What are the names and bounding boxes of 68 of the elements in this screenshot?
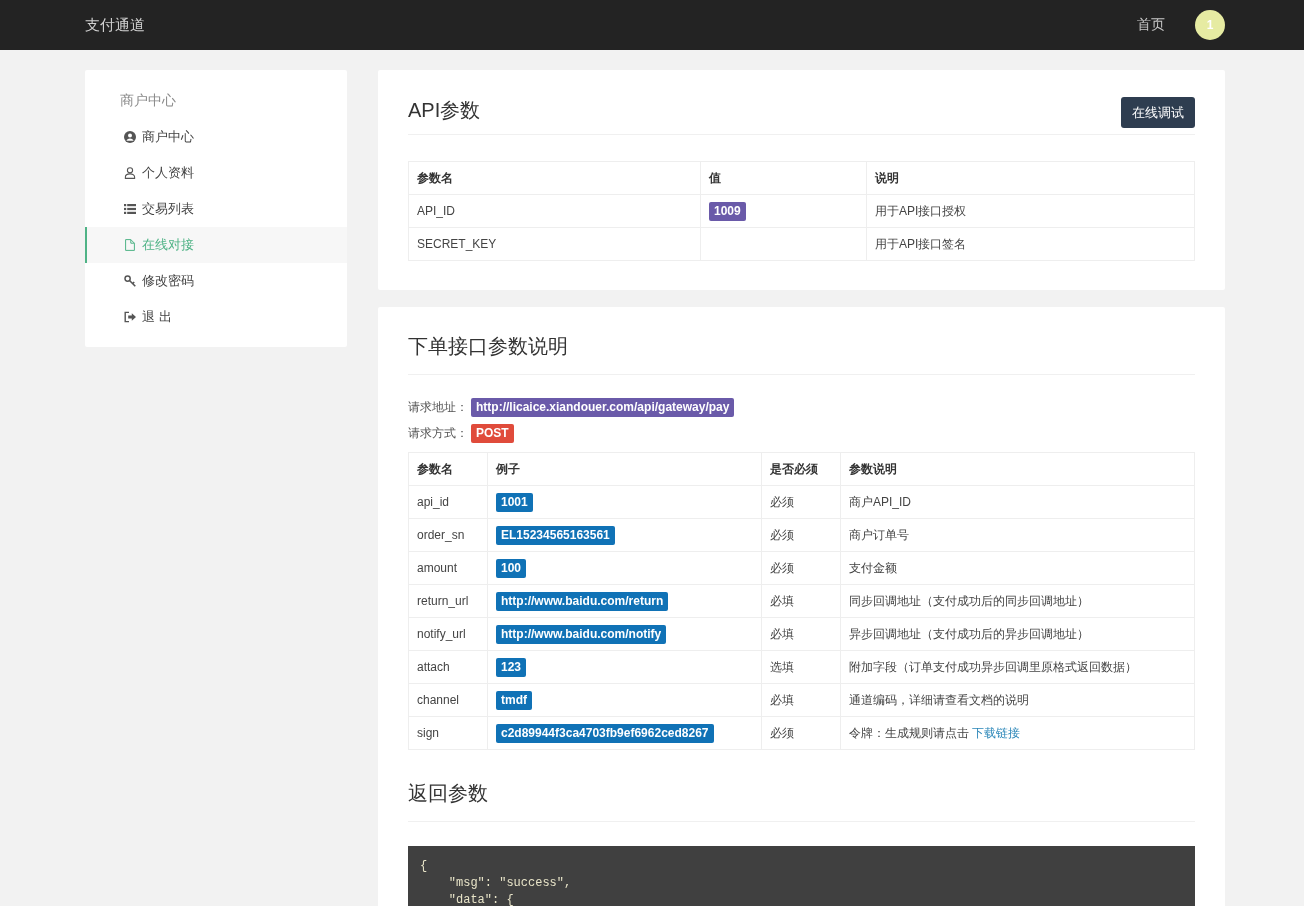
download-link[interactable]: 下载链接 [972,725,1021,740]
table-cell: 选填 [761,650,841,684]
column-header: 是否必须 [761,452,841,486]
request-badge: POST [471,423,514,443]
example-badge: EL15234565163561 [496,525,615,545]
example-badge: c2d89944f3ca4703fb9ef6962ced8267 [496,723,714,743]
sidebar-item[interactable]: 个人资料 [85,155,347,191]
request-label: 请求方式： [408,424,468,442]
example-badge: http://www.baidu.com/notify [496,624,667,644]
column-header: 说明 [866,161,1195,195]
table-cell: 异步回调地址（支付成功后的异步回调地址） [840,617,1195,651]
table-cell: 商户API_ID [840,485,1195,519]
table-cell: sign [408,716,488,750]
column-header: 参数名 [408,452,488,486]
sidebar-item[interactable]: 修改密码 [85,263,347,299]
card-title: 下单接口参数说明 [408,335,568,357]
table-cell: 必须 [761,518,841,552]
table-cell: 令牌：生成规则请点击 下载链接 [840,716,1195,750]
table-cell: api_id [408,485,488,519]
example-badge: 100 [496,558,527,578]
table-cell: 附加字段（订单支付成功异步回调里原格式返回数据） [840,650,1195,684]
table-cell: API_ID [408,194,701,228]
table-cell: 支付金额 [840,551,1195,585]
column-header: 例子 [487,452,762,486]
user-icon [124,167,136,179]
request-label: 请求地址： [408,398,468,416]
sidebar-item[interactable]: 退 出 [85,299,347,335]
sign-out-icon [124,311,136,323]
key-icon [124,275,136,287]
table-cell: 必须 [761,716,841,750]
card-title: API参数 [408,98,481,123]
table-cell: 必填 [761,683,841,717]
file-icon [124,239,136,251]
table-cell: 必填 [761,584,841,618]
column-header: 参数名 [408,161,701,195]
table-cell: 用于API接口授权 [866,194,1195,228]
table-cell: 同步回调地址（支付成功后的同步回调地址） [840,584,1195,618]
example-badge: tmdf [496,690,532,710]
table-cell: 必须 [761,485,841,519]
table-cell: 必须 [761,551,841,585]
table-cell: order_sn [408,518,488,552]
list-icon [124,203,136,215]
site-title: 支付通道 [85,15,145,35]
example-badge: http://www.baidu.com/return [496,591,669,611]
debug-button[interactable]: 在线调试 [1121,97,1195,128]
column-header: 参数说明 [840,452,1195,486]
user-circle-icon [124,131,136,143]
request-badge: http://licaice.xiandouer.com/api/gateway/pay [471,397,735,417]
table-cell: channel [408,683,488,717]
nav-link[interactable]: 首页 [1137,16,1165,34]
table-cell: 商户订单号 [840,518,1195,552]
value-badge: 1009 [709,201,746,221]
code-block: { "msg": "success", "data": { [408,846,1195,906]
table-cell: notify_url [408,617,488,651]
section-title: 返回参数 [408,782,488,804]
table-cell: attach [408,650,488,684]
example-badge: 1001 [496,492,533,512]
column-header: 值 [700,161,867,195]
sidebar-item[interactable]: 商户中心 [85,119,347,155]
sidebar-heading: 商户中心 [119,91,177,110]
example-badge: 123 [496,657,527,677]
table-cell: SECRET_KEY [408,227,701,261]
table-cell: 用于API接口签名 [866,227,1195,261]
table-cell: amount [408,551,488,585]
table-cell: 通道编码，详细请查看文档的说明 [840,683,1195,717]
table-cell: return_url [408,584,488,618]
table-cell: 必填 [761,617,841,651]
sidebar-item[interactable]: 交易列表 [85,191,347,227]
